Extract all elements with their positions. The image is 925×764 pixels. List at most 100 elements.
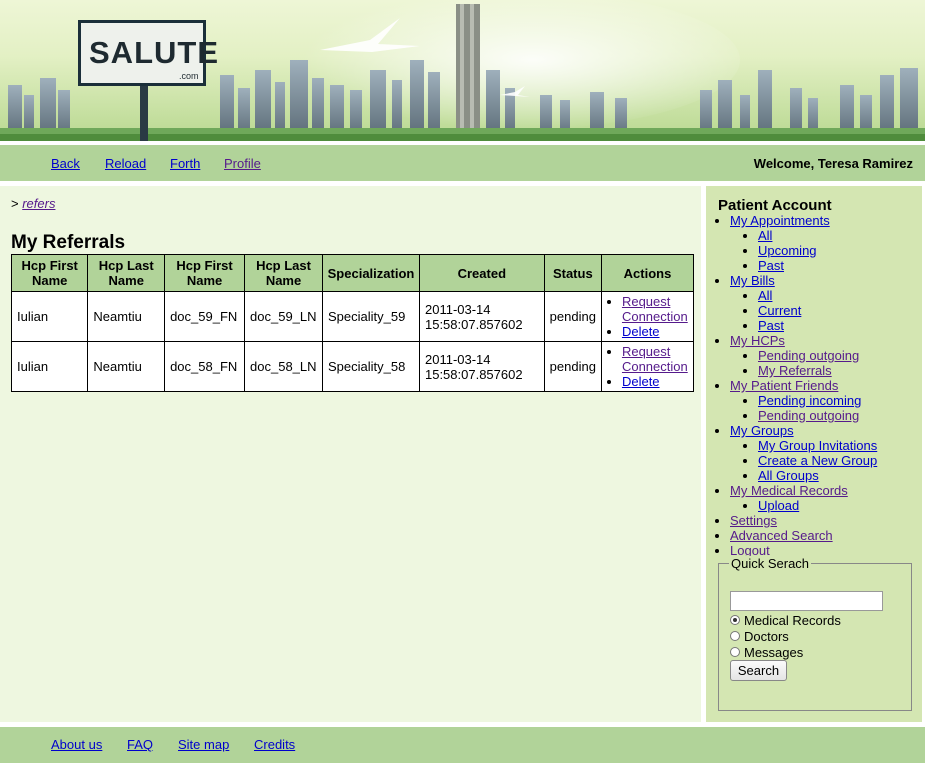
upload-link[interactable]: Upload bbox=[758, 498, 799, 513]
cell-patient-first-name: Iulian bbox=[10, 341, 89, 392]
cell-actions: Request Connection Delete bbox=[600, 291, 695, 342]
sidebar-item-appointments: My Appointments All Upcoming Past bbox=[730, 213, 877, 273]
cell-status: pending bbox=[543, 341, 602, 392]
settings-link[interactable]: Settings bbox=[730, 513, 777, 528]
column-header-hcp-last-name: Hcp Last Name bbox=[244, 254, 324, 292]
reload-link[interactable]: Reload bbox=[105, 156, 146, 171]
radio-label: Doctors bbox=[744, 629, 789, 644]
list-item: Create a New Group bbox=[758, 453, 877, 468]
sidebar-heading: Patient Account bbox=[718, 197, 832, 214]
actions-list: Request Connection Delete bbox=[607, 344, 688, 389]
appointments-all-link[interactable]: All bbox=[758, 228, 772, 243]
cell-hcp-last-name: doc_58_LN bbox=[244, 341, 324, 392]
radio-label: Medical Records bbox=[744, 613, 841, 628]
credits-link[interactable]: Credits bbox=[254, 737, 295, 752]
logo-text: SALUTE bbox=[89, 35, 219, 70]
quick-search-input[interactable] bbox=[730, 591, 883, 611]
list-item: Request Connection bbox=[622, 294, 688, 324]
site-map-link[interactable]: Site map bbox=[178, 737, 229, 752]
logo-subtext: .com bbox=[179, 71, 199, 81]
my-appointments-link[interactable]: My Appointments bbox=[730, 213, 830, 228]
my-patient-friends-link[interactable]: My Patient Friends bbox=[730, 378, 838, 393]
sidebar-item-medical-records: My Medical Records Upload bbox=[730, 483, 877, 513]
cell-patient-last-name: Neamtiu bbox=[87, 291, 166, 342]
sidebar-item-hcps: My HCPs Pending outgoing My Referrals bbox=[730, 333, 877, 378]
list-item: All Groups bbox=[758, 468, 877, 483]
forth-link[interactable]: Forth bbox=[170, 156, 200, 171]
column-header-hcp-first-name: Hcp First Name bbox=[164, 254, 246, 292]
cell-specialization: Speciality_58 bbox=[322, 341, 420, 392]
request-connection-link[interactable]: Request Connection bbox=[622, 294, 688, 324]
cell-actions: Request Connection Delete bbox=[600, 341, 695, 392]
request-connection-link[interactable]: Request Connection bbox=[622, 344, 688, 374]
appointments-upcoming-link[interactable]: Upcoming bbox=[758, 243, 817, 258]
bills-current-link[interactable]: Current bbox=[758, 303, 801, 318]
referrals-table: Hcp First Name Hcp Last Name Hcp First N… bbox=[10, 254, 695, 392]
my-hcps-link[interactable]: My HCPs bbox=[730, 333, 785, 348]
about-us-link[interactable]: About us bbox=[51, 737, 102, 752]
delete-link[interactable]: Delete bbox=[622, 374, 660, 389]
all-groups-link[interactable]: All Groups bbox=[758, 468, 819, 483]
my-bills-link[interactable]: My Bills bbox=[730, 273, 775, 288]
list-item: All bbox=[758, 228, 877, 243]
radio-option-messages[interactable]: Messages bbox=[730, 645, 803, 660]
cell-created: 2011-03-14 15:58:07.857602 bbox=[418, 341, 545, 392]
list-item: Past bbox=[758, 258, 877, 273]
cell-status: pending bbox=[543, 291, 602, 342]
my-medical-records-link[interactable]: My Medical Records bbox=[730, 483, 848, 498]
appointments-submenu: All Upcoming Past bbox=[730, 228, 877, 273]
billboard-pole bbox=[140, 86, 148, 141]
advanced-search-link[interactable]: Advanced Search bbox=[730, 528, 833, 543]
breadcrumb: > refers bbox=[11, 196, 55, 211]
appointments-past-link[interactable]: Past bbox=[758, 258, 784, 273]
cell-hcp-first-name: doc_58_FN bbox=[164, 341, 246, 392]
table-row: Iulian Neamtiu doc_58_FN doc_58_LN Speci… bbox=[10, 341, 695, 392]
faq-link[interactable]: FAQ bbox=[127, 737, 153, 752]
records-submenu: Upload bbox=[730, 498, 877, 513]
hcps-pending-outgoing-link[interactable]: Pending outgoing bbox=[758, 348, 859, 363]
my-referrals-link[interactable]: My Referrals bbox=[758, 363, 832, 378]
cell-hcp-first-name: doc_59_FN bbox=[164, 291, 246, 342]
column-header-created: Created bbox=[418, 254, 545, 292]
column-header-specialization: Specialization bbox=[322, 254, 420, 292]
column-header-hcp-last-name: Hcp Last Name bbox=[87, 254, 166, 292]
friends-pending-incoming-link[interactable]: Pending incoming bbox=[758, 393, 861, 408]
actions-list: Request Connection Delete bbox=[607, 294, 688, 339]
quick-search-legend: Quick Serach bbox=[729, 556, 812, 571]
profile-link[interactable]: Profile bbox=[224, 156, 261, 171]
radio-label: Messages bbox=[744, 645, 804, 660]
breadcrumb-link-refers[interactable]: refers bbox=[22, 196, 55, 211]
group-invitations-link[interactable]: My Group Invitations bbox=[758, 438, 877, 453]
delete-link[interactable]: Delete bbox=[622, 324, 660, 339]
footer-bar: About us FAQ Site map Credits bbox=[0, 727, 925, 763]
list-item: Delete bbox=[622, 374, 688, 389]
sidebar-item-groups: My Groups My Group Invitations Create a … bbox=[730, 423, 877, 483]
radio-button[interactable] bbox=[730, 630, 740, 641]
back-link[interactable]: Back bbox=[51, 156, 80, 171]
quick-search-box: Quick Serach Medical Records Doctors Mes… bbox=[718, 556, 912, 711]
radio-option-doctors[interactable]: Doctors bbox=[730, 629, 789, 644]
sidebar-item-bills: My Bills All Current Past bbox=[730, 273, 877, 333]
list-item: All bbox=[758, 288, 877, 303]
radio-option-medical-records[interactable]: Medical Records bbox=[730, 613, 841, 628]
radio-button-selected[interactable] bbox=[730, 614, 740, 625]
bills-all-link[interactable]: All bbox=[758, 288, 772, 303]
friends-submenu: Pending incoming Pending outgoing bbox=[730, 393, 877, 423]
list-item: Pending outgoing bbox=[758, 408, 877, 423]
radio-button[interactable] bbox=[730, 646, 740, 657]
my-groups-link[interactable]: My Groups bbox=[730, 423, 794, 438]
cell-hcp-last-name: doc_59_LN bbox=[244, 291, 324, 342]
column-header-actions: Actions bbox=[600, 254, 695, 292]
create-group-link[interactable]: Create a New Group bbox=[758, 453, 877, 468]
list-item: Pending incoming bbox=[758, 393, 877, 408]
friends-pending-outgoing-link[interactable]: Pending outgoing bbox=[758, 408, 859, 423]
bills-past-link[interactable]: Past bbox=[758, 318, 784, 333]
groups-submenu: My Group Invitations Create a New Group … bbox=[730, 438, 877, 483]
search-button[interactable]: Search bbox=[730, 660, 787, 681]
list-item: Delete bbox=[622, 324, 688, 339]
list-item: Upload bbox=[758, 498, 877, 513]
list-item: Request Connection bbox=[622, 344, 688, 374]
list-item: Upcoming bbox=[758, 243, 877, 258]
main-content: > refers My Referrals Hcp First Name Hcp… bbox=[0, 186, 701, 722]
top-nav-bar: Back Reload Forth Profile Welcome, Teres… bbox=[0, 145, 925, 181]
